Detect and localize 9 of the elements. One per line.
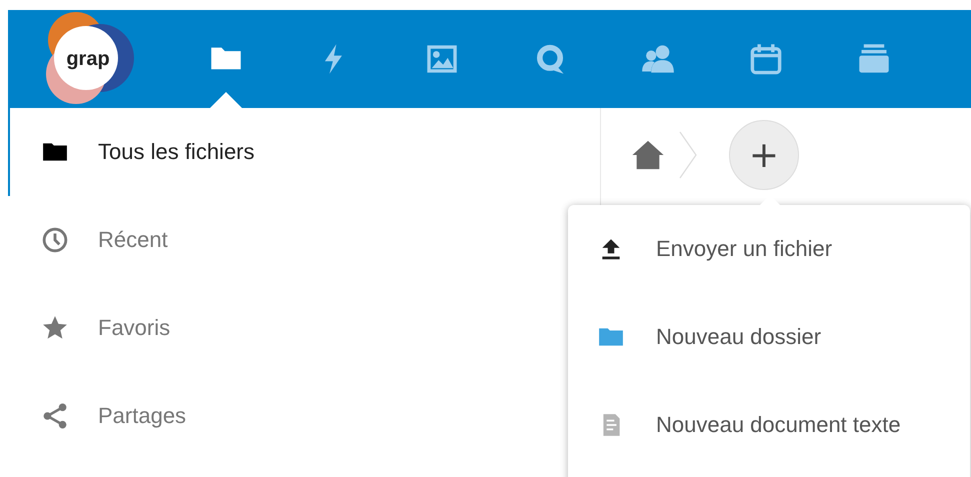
breadcrumb-separator-icon: [677, 130, 699, 180]
new-button[interactable]: +: [729, 120, 799, 190]
logo-text: grap: [66, 48, 110, 70]
home-icon[interactable]: [631, 138, 665, 172]
clock-icon: [42, 227, 68, 253]
sidebar-item[interactable]: Tous les fichiers: [8, 108, 600, 196]
calendar-icon: [749, 42, 783, 76]
star-icon: [42, 315, 68, 341]
share-icon: [42, 403, 68, 429]
